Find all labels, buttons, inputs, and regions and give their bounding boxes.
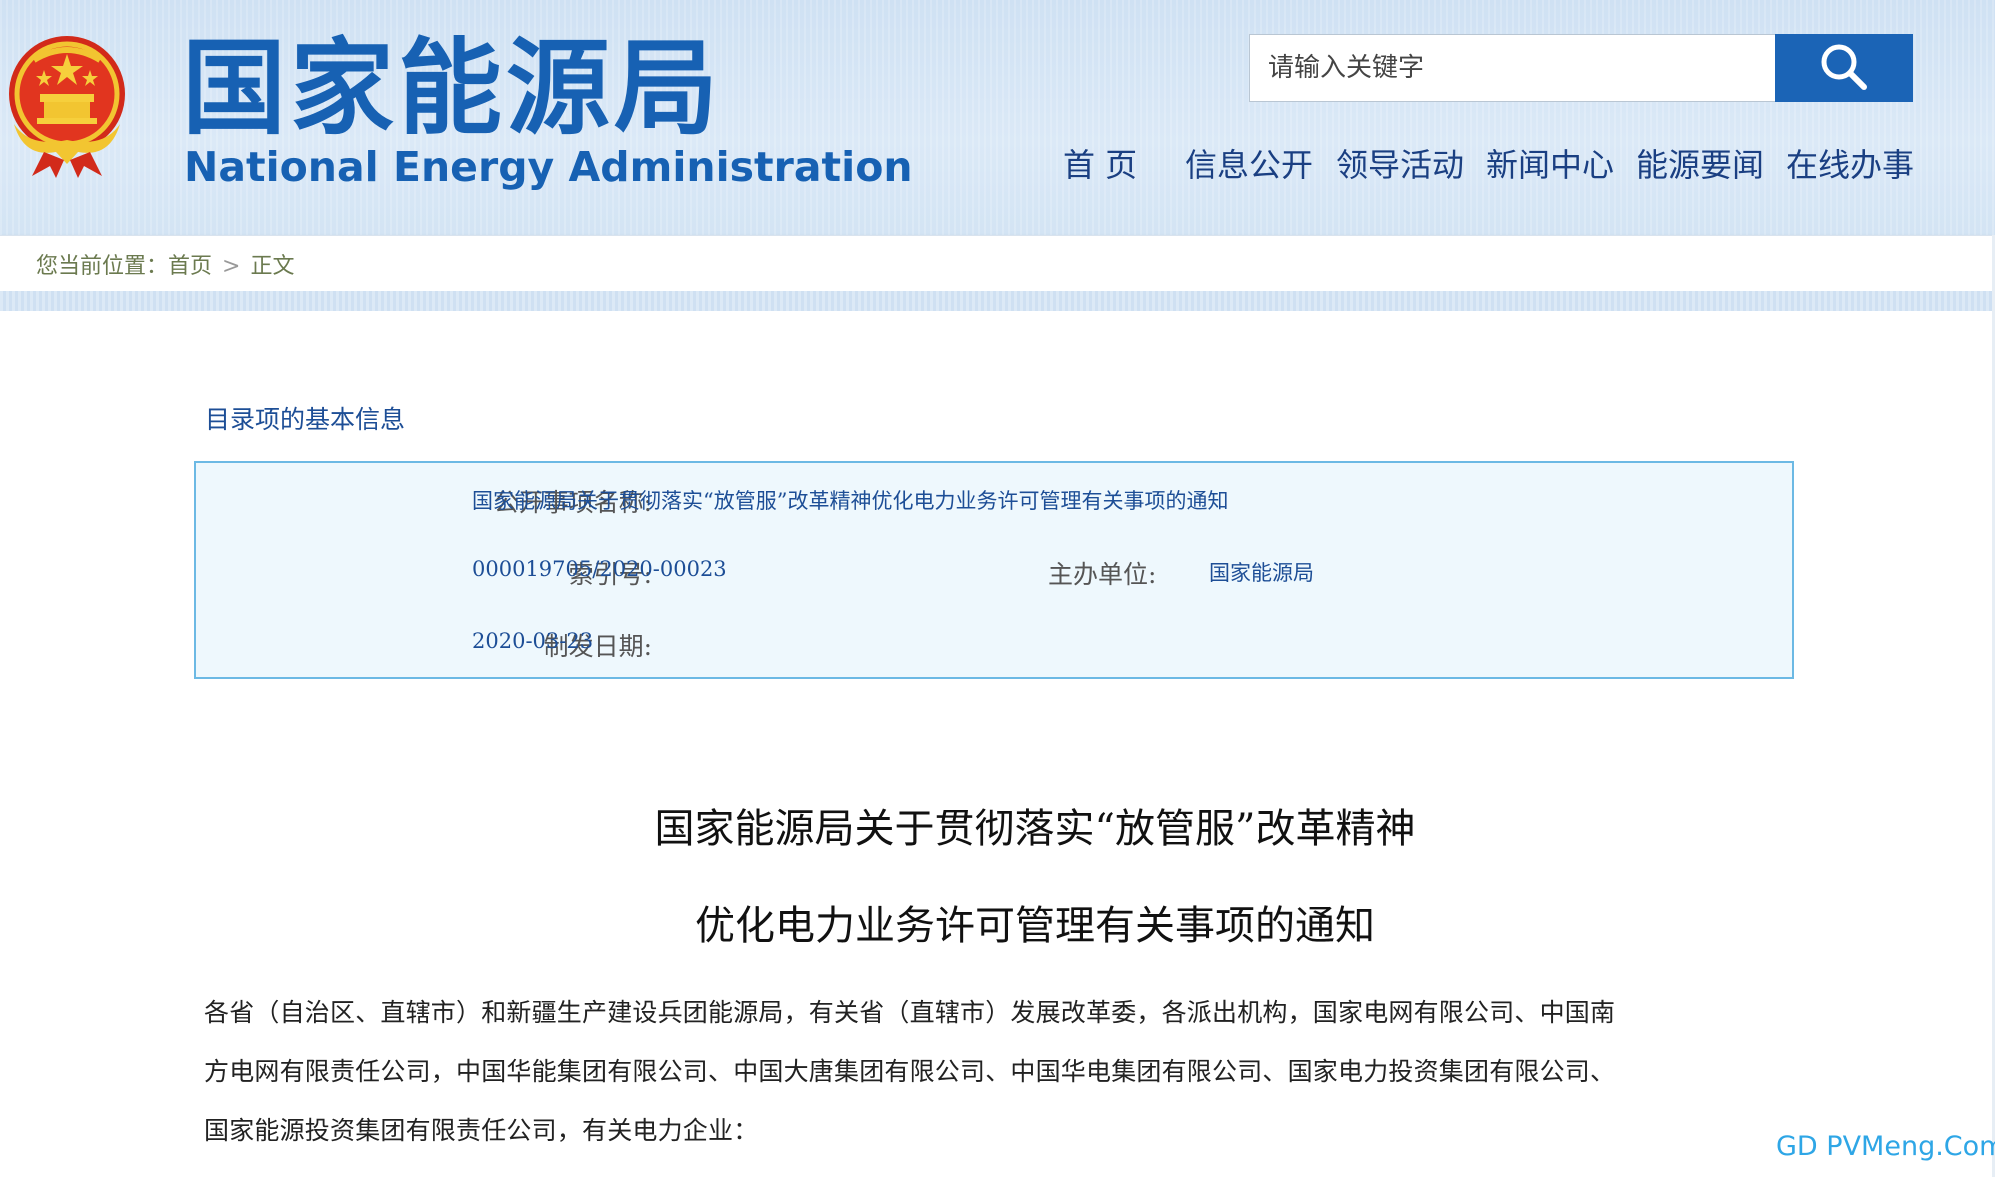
nav-energy-news[interactable]: 能源要闻 [1636,140,1764,186]
article-paragraph-line: 国家能源投资集团有限责任公司，有关电力企业： [204,1116,759,1145]
breadcrumb-divider [0,291,1995,311]
article-title-line-2: 优化电力业务许可管理有关事项的通知 [695,903,1375,949]
search-input[interactable] [1249,34,1776,102]
site-subtitle: National Energy Administration [184,143,913,191]
watermark: GD PVMeng.Com [1776,1131,1995,1162]
nav-leader-activities[interactable]: 领导活动 [1336,140,1464,186]
host-org-value: 国家能源局 [1209,561,1314,585]
article-title-line-1: 国家能源局关于贯彻落实“放管服”改革精神 [654,806,1416,852]
breadcrumb: 您当前位置：首页 > 正文 [36,248,294,280]
site-title[interactable]: 国家能源局 [182,28,722,148]
breadcrumb-separator: > [222,254,241,279]
info-heading: 目录项的基本信息 [205,405,406,434]
breadcrumb-prefix: 您当前位置： [36,254,169,279]
breadcrumb-current: 正文 [250,254,295,279]
nav-info-disclosure[interactable]: 信息公开 [1185,140,1313,186]
host-org-label: 主办单位: [1048,560,1157,589]
nav-home[interactable]: 首 页 [1063,140,1137,186]
search-icon [1816,39,1872,98]
breadcrumb-home-link[interactable]: 首页 [168,254,212,279]
article-paragraph-line: 各省（自治区、直辖市）和新疆生产建设兵团能源局，有关省（直辖市）发展改革委，各派… [204,998,1616,1027]
index-number-value: 000019705/2020-00023 [472,557,727,581]
article-paragraph-line: 方电网有限责任公司，中国华能集团有限公司、中国大唐集团有限公司、中国华电集团有限… [204,1057,1616,1086]
nav-online-services[interactable]: 在线办事 [1786,140,1914,186]
breadcrumb-bar [0,235,1992,292]
info-panel: 公开事项名称: 国家能源局关于贯彻落实“放管服”改革精神优化电力业务许可管理有关… [194,461,1794,679]
issue-date-value: 2020-03-23 [472,629,594,653]
national-emblem-icon[interactable] [4,32,130,182]
item-name-value: 国家能源局关于贯彻落实“放管服”改革精神优化电力业务许可管理有关事项的通知 [472,489,1229,513]
search-button[interactable] [1775,34,1913,102]
nav-news-center[interactable]: 新闻中心 [1486,140,1614,186]
site-header: 国家能源局 National Energy Administration 首 页… [0,0,1995,235]
